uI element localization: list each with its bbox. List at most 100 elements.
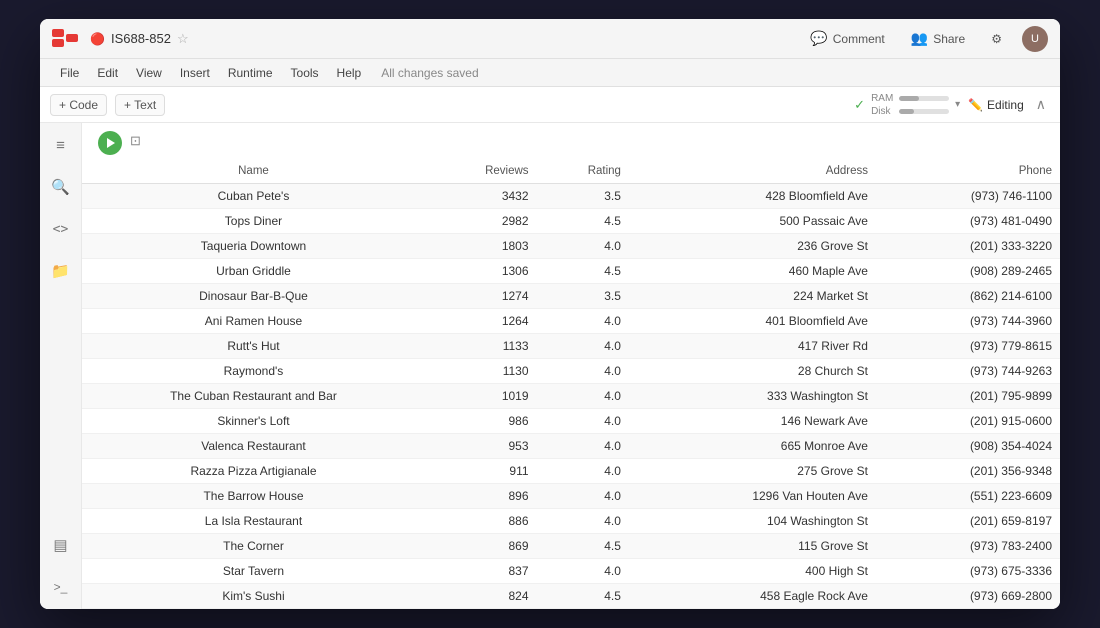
cell-rating: 4.0 xyxy=(537,384,629,409)
menu-help[interactable]: Help xyxy=(329,64,370,82)
table-header-row: Name Reviews Rating Address Phone xyxy=(82,159,1060,184)
check-icon: ✓ xyxy=(854,97,865,113)
cell-name: Star Tavern xyxy=(82,559,425,584)
left-sidebar: ≡ 🔍 <> 📁 ▤ >_ xyxy=(40,123,82,609)
table-row: Cuban Pete's 3432 3.5 428 Bloomfield Ave… xyxy=(82,184,1060,209)
ram-disk-indicator: RAM Disk xyxy=(871,93,949,117)
cell-phone: (973) 783-2400 xyxy=(876,534,1060,559)
table-row: Ani Ramen House 1264 4.0 401 Bloomfield … xyxy=(82,309,1060,334)
cell-controls: ⊡ xyxy=(82,123,1060,159)
files-icon[interactable]: 📁 xyxy=(47,257,75,285)
cell-name: La Isla Restaurant xyxy=(82,509,425,534)
ram-label: RAM xyxy=(871,93,895,104)
cell-name: Skinner's Loft xyxy=(82,409,425,434)
share-label: Share xyxy=(933,32,965,46)
cell-name: Urban Griddle xyxy=(82,259,425,284)
favorite-icon[interactable]: ☆ xyxy=(177,31,189,47)
table-header: Name Reviews Rating Address Phone xyxy=(82,159,1060,184)
cell-reviews: 824 xyxy=(425,584,537,609)
menu-edit[interactable]: Edit xyxy=(89,64,126,82)
main-content: ≡ 🔍 <> 📁 ▤ >_ ⊡ xyxy=(40,123,1060,609)
table-body: Cuban Pete's 3432 3.5 428 Bloomfield Ave… xyxy=(82,184,1060,610)
cell-name: Tops Diner xyxy=(82,209,425,234)
sidebar-bottom: ▤ >_ xyxy=(47,531,75,601)
titlebar-right: 💬 Comment 👥 Share ⚙ U xyxy=(804,26,1048,52)
cell-name: Valenca Restaurant xyxy=(82,434,425,459)
database-icon[interactable]: ▤ xyxy=(47,531,75,559)
cell-address: 104 Washington St xyxy=(629,509,876,534)
disk-fill xyxy=(899,109,914,114)
cell-rating: 4.5 xyxy=(537,584,629,609)
notebook-content[interactable]: ⊡ Name Reviews Rating Address Phone Cuba… xyxy=(82,123,1060,609)
menu-insert[interactable]: Insert xyxy=(172,64,218,82)
comment-label: Comment xyxy=(833,32,885,46)
terminal-icon[interactable]: >_ xyxy=(47,573,75,601)
replit-logo xyxy=(52,29,80,49)
cell-phone: (908) 354-4024 xyxy=(876,434,1060,459)
table-row: Raymond's 1130 4.0 28 Church St (973) 74… xyxy=(82,359,1060,384)
output-icon[interactable]: ⊡ xyxy=(130,133,141,149)
toolbar: + Code + Text ✓ RAM Disk xyxy=(40,87,1060,123)
cell-reviews: 1306 xyxy=(425,259,537,284)
cell-address: 28 Church St xyxy=(629,359,876,384)
menu-view[interactable]: View xyxy=(128,64,170,82)
table-row: Urban Griddle 1306 4.5 460 Maple Ave (90… xyxy=(82,259,1060,284)
cell-name: Dinosaur Bar-B-Que xyxy=(82,284,425,309)
cell-phone: (908) 289-2465 xyxy=(876,259,1060,284)
output-toggle-area: ⊡ xyxy=(130,133,141,149)
cell-rating: 4.0 xyxy=(537,409,629,434)
settings-button[interactable]: ⚙ xyxy=(985,29,1008,49)
add-text-label: + Text xyxy=(124,98,156,112)
cell-phone: (862) 214-6100 xyxy=(876,284,1060,309)
cell-phone: (973) 675-3336 xyxy=(876,559,1060,584)
cell-reviews: 886 xyxy=(425,509,537,534)
cell-name: Taqueria Downtown xyxy=(82,234,425,259)
cell-address: 428 Bloomfield Ave xyxy=(629,184,876,209)
menu-tools[interactable]: Tools xyxy=(283,64,327,82)
cell-phone: (201) 915-0600 xyxy=(876,409,1060,434)
share-button[interactable]: 👥 Share xyxy=(905,27,971,50)
cell-rating: 4.0 xyxy=(537,309,629,334)
cell-rating: 4.0 xyxy=(537,609,629,610)
table-row: La Isla Restaurant 886 4.0 104 Washingto… xyxy=(82,509,1060,534)
code-icon[interactable]: <> xyxy=(47,215,75,243)
project-title: IS688-852 xyxy=(111,31,171,46)
table-row: The Barrow House 896 4.0 1296 Van Houten… xyxy=(82,484,1060,509)
resource-dropdown-icon[interactable]: ▾ xyxy=(955,99,960,110)
cell-phone: (201) 795-9899 xyxy=(876,384,1060,409)
cell-rating: 4.0 xyxy=(537,334,629,359)
run-button[interactable] xyxy=(98,131,122,155)
table-row: Just BeClaws 794 4.0 280 1st St (201) 45… xyxy=(82,609,1060,610)
cell-phone: (973) 481-0490 xyxy=(876,209,1060,234)
cell-reviews: 3432 xyxy=(425,184,537,209)
menu-file[interactable]: File xyxy=(52,64,87,82)
title-info: 🔴 IS688-852 ☆ xyxy=(90,31,794,47)
avatar[interactable]: U xyxy=(1022,26,1048,52)
pencil-icon: ✏️ xyxy=(968,98,983,112)
add-code-button[interactable]: + Code xyxy=(50,94,107,116)
comment-button[interactable]: 💬 Comment xyxy=(804,27,890,50)
cell-name: The Corner xyxy=(82,534,425,559)
menu-runtime[interactable]: Runtime xyxy=(220,64,281,82)
comment-icon: 💬 xyxy=(810,30,827,47)
sidebar-menu-icon[interactable]: ≡ xyxy=(47,131,75,159)
cell-reviews: 953 xyxy=(425,434,537,459)
cell-reviews: 911 xyxy=(425,459,537,484)
table-row: Star Tavern 837 4.0 400 High St (973) 67… xyxy=(82,559,1060,584)
ram-fill xyxy=(899,96,919,101)
col-header-address: Address xyxy=(629,159,876,184)
editing-text: Editing xyxy=(987,98,1024,112)
cell-phone: (201) 659-8197 xyxy=(876,509,1060,534)
col-header-name: Name xyxy=(82,159,425,184)
search-icon[interactable]: 🔍 xyxy=(47,173,75,201)
cell-address: 333 Washington St xyxy=(629,384,876,409)
cell-reviews: 869 xyxy=(425,534,537,559)
cell-phone: (973) 746-1100 xyxy=(876,184,1060,209)
collapse-button[interactable]: ∧ xyxy=(1032,94,1050,115)
disk-label: Disk xyxy=(871,106,895,117)
add-text-button[interactable]: + Text xyxy=(115,94,165,116)
titlebar: 🔴 IS688-852 ☆ 💬 Comment 👥 Share ⚙ U xyxy=(40,19,1060,59)
table-row: Razza Pizza Artigianale 911 4.0 275 Grov… xyxy=(82,459,1060,484)
cell-address: 500 Passaic Ave xyxy=(629,209,876,234)
cell-phone: (201) 356-9348 xyxy=(876,459,1060,484)
